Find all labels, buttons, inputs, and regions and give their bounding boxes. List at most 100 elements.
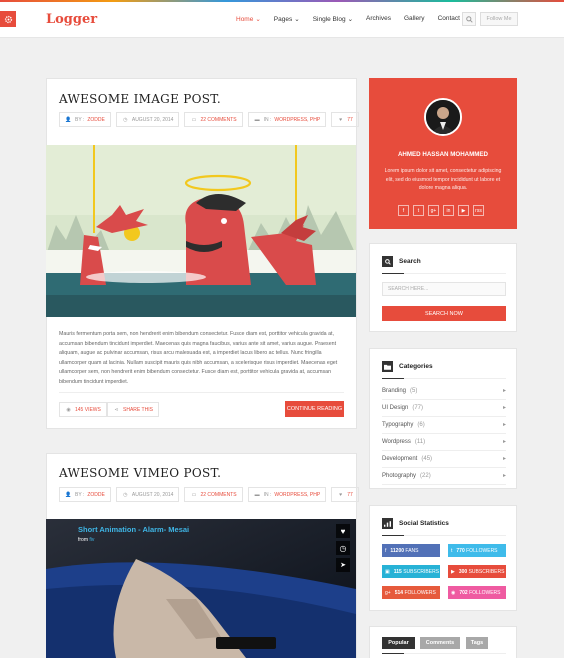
date-text: AUGUST 20, 2014 <box>131 491 174 498</box>
author-profile-widget: AHMED HASSAN MOHAMMED Lorem ipsum dolor … <box>369 78 517 229</box>
nav-label: Home <box>236 16 254 23</box>
meta-likes[interactable]: ♥ 77 <box>331 487 359 502</box>
meta-category[interactable]: ▬ IN : WORDPRESS, PHP <box>247 487 327 502</box>
search-input[interactable]: SEARCH HERE... <box>382 282 506 296</box>
social-stat-twitter[interactable]: t 770 FOLLOWERS <box>448 544 506 557</box>
video-watch-later-clock-icon[interactable]: ◷ <box>336 541 350 555</box>
meta-comments[interactable]: ▭ 22 COMMENTS <box>184 112 243 127</box>
search-now-button[interactable]: SEARCH NOW <box>382 306 506 321</box>
heart-icon: ♥ <box>339 491 343 498</box>
stat-label: FOLLOWERS <box>466 547 498 554</box>
category-label: Branding <box>382 388 407 394</box>
stat-label: FANS <box>405 547 419 554</box>
author-social-links: f t g+ in ▶ rss <box>398 205 484 216</box>
tab-comments[interactable]: Comments <box>420 637 460 649</box>
settings-gear-icon[interactable] <box>0 11 16 27</box>
video-title[interactable]: Short Animation - Alarm- Mesai <box>78 525 189 534</box>
nav-item-gallery[interactable]: Gallery <box>404 15 425 23</box>
share-text: SHARE THIS <box>123 406 153 413</box>
facebook-icon: f <box>385 547 387 554</box>
author-name: AHMED HASSAN MOHAMMED <box>397 151 489 158</box>
user-icon: 👤 <box>65 116 72 123</box>
category-count: (22) <box>420 473 431 479</box>
post-meta: 👤 BY : ZODDE ◷ AUGUST 20, 2014 ▭ 22 COMMENT… <box>59 487 359 502</box>
video-share-send-icon[interactable]: ➤ <box>336 558 350 572</box>
meta-category[interactable]: ▬ IN : WORDPRESS, PHP <box>247 112 327 127</box>
social-stat-instagram[interactable]: ▣ 115 SUBSCRIBERS <box>382 565 440 578</box>
category-text: WORDPRESS, PHP <box>274 491 321 498</box>
tab-popular[interactable]: Popular <box>382 637 415 649</box>
stat-number: 702 <box>459 589 468 596</box>
category-item[interactable]: UI Design (77) ▸ <box>382 400 506 417</box>
post-title[interactable]: AWESOME IMAGE POST. <box>59 92 221 106</box>
meta-author[interactable]: 👤 BY : ZODDE <box>59 487 111 502</box>
follow-me-button[interactable]: Follow Me <box>480 12 518 26</box>
nav-label: Archives <box>366 15 391 22</box>
header-search-icon[interactable] <box>462 12 476 26</box>
video-from-prefix: from <box>78 537 90 543</box>
meta-likes[interactable]: ♥ 77 <box>331 112 359 127</box>
video-from-link[interactable]: fiv <box>89 537 94 543</box>
dribbble-icon: ◉ <box>451 589 456 596</box>
social-stat-youtube[interactable]: ▶ 300 SUBSCRIBERS <box>448 565 506 578</box>
category-item[interactable]: Wordpress (11) ▸ <box>382 434 506 451</box>
category-item[interactable]: Development (45) ▸ <box>382 451 506 468</box>
social-stat-dribbble[interactable]: ◉ 702 FOLLOWERS <box>448 586 506 599</box>
category-item[interactable]: Photography (22) ▸ <box>382 468 506 485</box>
comment-icon: ▭ <box>191 491 197 498</box>
user-icon: 👤 <box>65 491 72 498</box>
folder-icon: ▬ <box>254 116 260 123</box>
meta-date: ◷ AUGUST 20, 2014 <box>115 487 180 502</box>
author-bio: Lorem ipsum dolor sit amet, consectetur … <box>384 168 502 191</box>
clock-icon: ◷ <box>123 116 128 123</box>
tab-tags[interactable]: Tags <box>466 637 488 649</box>
share-button[interactable]: ⋖ SHARE THIS <box>107 402 159 417</box>
category-label: Wordpress <box>382 439 411 445</box>
category-item[interactable]: Typography (6) ▸ <box>382 417 506 434</box>
meta-comments[interactable]: ▭ 22 COMMENTS <box>184 487 243 502</box>
video-player[interactable]: Short Animation - Alarm- Mesai from fiv … <box>46 519 356 658</box>
category-prefix: IN : <box>263 116 272 123</box>
twitter-icon[interactable]: t <box>413 205 424 216</box>
rss-icon[interactable]: rss <box>473 205 484 216</box>
nav-item-single-blog[interactable]: Single Blog ⌄ <box>313 15 353 23</box>
nav-label: Single Blog <box>312 16 346 23</box>
folder-icon <box>382 361 393 372</box>
nav-item-archives[interactable]: Archives <box>366 15 391 23</box>
category-label: Development <box>382 456 418 462</box>
video-like-heart-icon[interactable]: ♥ <box>336 524 350 538</box>
linkedin-icon[interactable]: in <box>443 205 454 216</box>
widget-divider <box>382 273 506 274</box>
continue-reading-button[interactable]: CONTINUE READING <box>285 401 344 417</box>
instagram-icon: ▣ <box>385 568 390 575</box>
meta-author[interactable]: 👤 BY : ZODDE <box>59 112 111 127</box>
nav-item-home[interactable]: Home ⌄ <box>236 15 261 23</box>
facebook-icon[interactable]: f <box>398 205 409 216</box>
youtube-icon[interactable]: ▶ <box>458 205 469 216</box>
widget-title: Search <box>382 256 421 267</box>
author-avatar <box>424 98 462 136</box>
author-name: ZODDE <box>87 491 105 498</box>
chevron-down-icon: ⌄ <box>255 16 261 23</box>
category-prefix: IN : <box>263 491 272 498</box>
widget-divider <box>382 653 506 654</box>
search-widget: Search SEARCH HERE... SEARCH NOW <box>369 243 517 332</box>
chevron-right-icon: ▸ <box>502 422 506 428</box>
main-nav: Home ⌄ Pages ⌄ Single Blog ⌄ Archives Gallery Co… <box>236 15 460 23</box>
nav-item-pages[interactable]: Pages ⌄ <box>274 15 300 23</box>
category-count: (45) <box>421 456 433 462</box>
post-meta: 👤 BY : ZODDE ◷ AUGUST 20, 2014 ▭ 22 COMMENT… <box>59 112 359 127</box>
nav-label: Pages <box>273 16 293 23</box>
social-stat-google-plus[interactable]: g+ 514 FOLLOWERS <box>382 586 440 599</box>
youtube-icon: ▶ <box>451 568 455 575</box>
stat-label: SUBSCRIBERS <box>403 568 440 575</box>
post-featured-image[interactable] <box>46 145 356 317</box>
stat-number: 514 <box>394 589 404 596</box>
post-title[interactable]: AWESOME VIMEO POST. <box>59 466 221 480</box>
nav-item-contact[interactable]: Contact <box>438 15 460 23</box>
category-label: UI Design <box>382 405 409 411</box>
social-stat-facebook[interactable]: f 11200 FANS <box>382 544 440 557</box>
google-plus-icon[interactable]: g+ <box>428 205 439 216</box>
category-item[interactable]: Branding (5) ▸ <box>382 383 506 400</box>
site-logo[interactable]: Logger <box>46 12 97 27</box>
